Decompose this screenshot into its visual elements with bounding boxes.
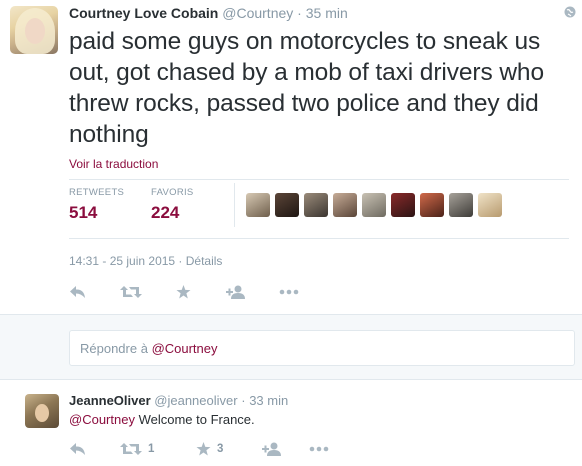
- retweets-label: RETWEETS: [69, 187, 125, 198]
- favorite-count: 3: [217, 443, 224, 455]
- reply-button[interactable]: [69, 282, 86, 302]
- favoriter-avatar[interactable]: [420, 193, 444, 217]
- retweet-button[interactable]: [120, 282, 142, 302]
- globe-icon: [564, 6, 576, 18]
- favorite-icon: [176, 285, 191, 299]
- favoriter-avatar[interactable]: [449, 193, 473, 217]
- tweet-datetime[interactable]: 14:31 - 25 juin 2015 · Détails: [69, 254, 222, 268]
- favorites-count: 224: [151, 203, 180, 222]
- reply-text: @Courtney Welcome to France.: [69, 412, 255, 427]
- favoriter-avatar[interactable]: [362, 193, 386, 217]
- avatar[interactable]: [25, 394, 59, 428]
- favoriter-avatar[interactable]: [304, 193, 328, 217]
- tweet-text: paid some guys on motorcycles to sneak u…: [69, 28, 544, 148]
- follow-icon: [226, 285, 245, 299]
- separator-dot: ·: [241, 393, 246, 408]
- follow-icon: [262, 442, 281, 456]
- favoriter-avatar[interactable]: [246, 193, 270, 217]
- retweet-count: 1: [148, 443, 155, 455]
- avatar-face: [25, 18, 45, 44]
- follow-button[interactable]: [226, 282, 246, 302]
- reply-mention[interactable]: @Courtney: [69, 412, 135, 427]
- favorites-stat[interactable]: FAVORIS 224: [151, 187, 194, 223]
- favoriter-avatar[interactable]: [275, 193, 299, 217]
- reply-author-handle[interactable]: @jeanneoliver: [154, 393, 237, 408]
- more-icon: [279, 289, 299, 295]
- reply-button[interactable]: [69, 439, 86, 459]
- divider: [69, 238, 569, 239]
- follow-button[interactable]: [262, 439, 282, 459]
- favorite-button[interactable]: 3: [196, 439, 223, 459]
- retweet-icon: [120, 443, 142, 455]
- retweets-count: 514: [69, 203, 98, 222]
- more-button[interactable]: [309, 439, 329, 459]
- reply-input[interactable]: Répondre à @Courtney: [69, 330, 575, 366]
- divider: [69, 179, 569, 180]
- favoriter-avatar[interactable]: [333, 193, 357, 217]
- more-button[interactable]: [279, 282, 299, 302]
- reply-placeholder-mention: @Courtney: [151, 341, 218, 356]
- reply-icon: [70, 443, 85, 455]
- reply-placeholder-prefix: Répondre à: [80, 341, 152, 356]
- separator-dot: ·: [297, 5, 302, 21]
- reply-author-name[interactable]: JeanneOliver: [69, 393, 151, 408]
- tweet-timestamp[interactable]: 35 min: [306, 5, 348, 21]
- avatar[interactable]: [10, 6, 58, 54]
- favoriter-avatar[interactable]: [391, 193, 415, 217]
- avatar-face: [35, 404, 49, 422]
- main-tweet: Courtney Love Cobain @Courtney · 35 min …: [0, 0, 582, 314]
- reply-icon: [70, 286, 85, 298]
- more-icon: [309, 446, 329, 452]
- favorite-button[interactable]: [176, 282, 191, 302]
- reply-area: Répondre à @Courtney: [0, 314, 582, 380]
- reply-actions: 1 3: [69, 439, 329, 459]
- tweet-actions: [69, 282, 309, 302]
- stat-divider: [234, 183, 235, 227]
- translate-link[interactable]: Voir la traduction: [69, 157, 158, 171]
- author-handle[interactable]: @Courtney: [222, 5, 293, 21]
- reply-tweet[interactable]: JeanneOliver @jeanneoliver · 33 min @Cou…: [0, 380, 582, 466]
- retweet-icon: [120, 286, 142, 298]
- reply-timestamp[interactable]: 33 min: [249, 393, 288, 408]
- reply-message: Welcome to France.: [134, 412, 255, 427]
- tweet-header: Courtney Love Cobain @Courtney · 35 min: [69, 5, 348, 21]
- favoriter-avatar[interactable]: [478, 193, 502, 217]
- favorite-icon: [196, 442, 211, 456]
- reply-header: JeanneOliver @jeanneoliver · 33 min: [69, 393, 288, 408]
- favorites-label: FAVORIS: [151, 187, 194, 198]
- author-name[interactable]: Courtney Love Cobain: [69, 5, 218, 21]
- retweet-button[interactable]: 1: [120, 439, 154, 459]
- retweets-stat[interactable]: RETWEETS 514: [69, 187, 124, 223]
